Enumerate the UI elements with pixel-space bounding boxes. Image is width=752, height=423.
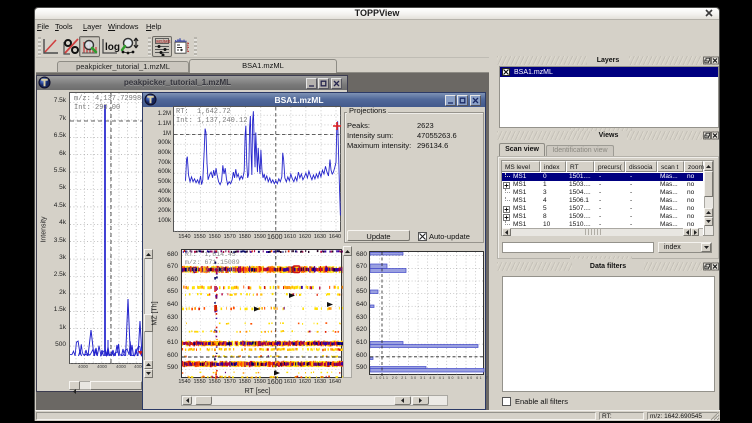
svg-text:log: log: [105, 42, 120, 53]
svg-text:MS/MS: MS/MS: [156, 39, 170, 44]
